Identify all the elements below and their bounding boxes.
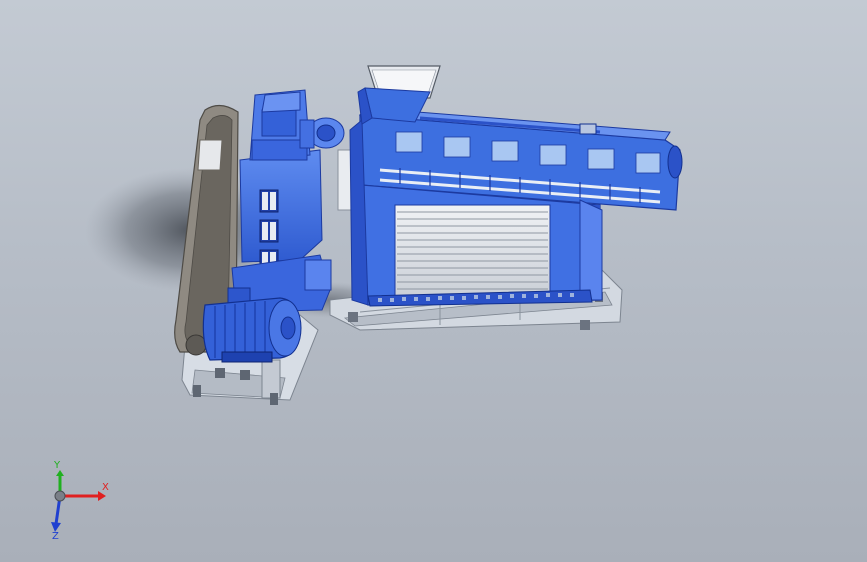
cad-viewport[interactable]: X Y Z [0, 0, 867, 562]
y-axis-label: Y [53, 460, 61, 471]
barrel-housing[interactable] [349, 107, 683, 307]
extruder-model[interactable] [0, 0, 867, 562]
triad-origin [54, 490, 66, 502]
z-axis-label: Z [52, 531, 59, 540]
axis-triad: X Y Z [51, 460, 109, 540]
gearbox[interactable] [231, 89, 357, 313]
x-axis-label: X [102, 482, 109, 493]
